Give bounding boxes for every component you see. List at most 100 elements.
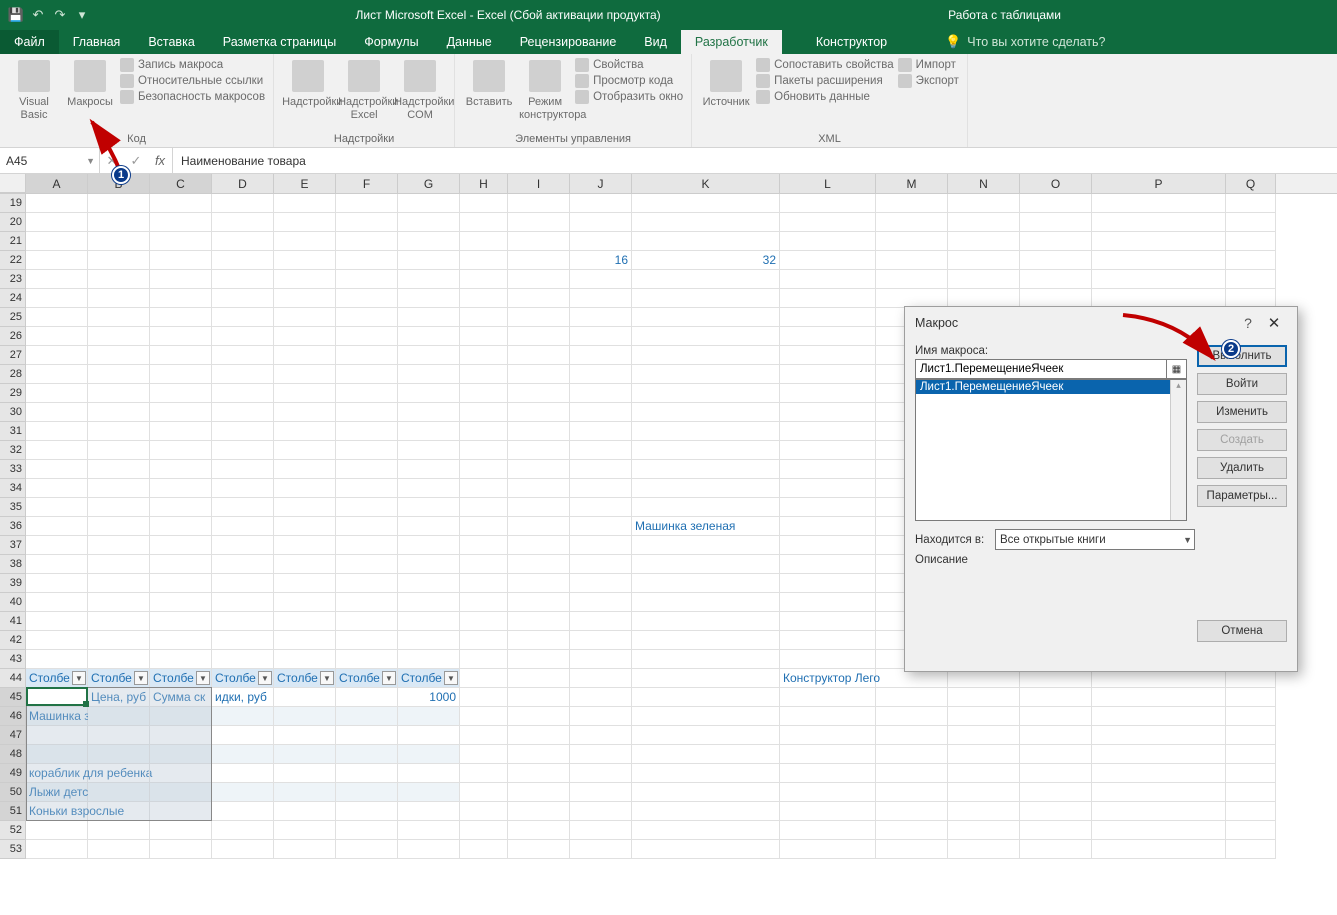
row-header[interactable]: 30: [0, 403, 26, 422]
help-icon[interactable]: ?: [1235, 315, 1261, 331]
cell[interactable]: [26, 422, 88, 441]
macro-security-button[interactable]: Безопасность макросов: [120, 90, 265, 104]
cell[interactable]: [88, 289, 150, 308]
cell[interactable]: [570, 232, 632, 251]
cell[interactable]: [398, 213, 460, 232]
cell[interactable]: [780, 536, 876, 555]
cell[interactable]: [336, 612, 398, 631]
cell[interactable]: [212, 403, 274, 422]
filter-icon[interactable]: ▼: [134, 671, 148, 685]
row-header[interactable]: 20: [0, 213, 26, 232]
cell[interactable]: [570, 441, 632, 460]
cell[interactable]: [570, 631, 632, 650]
cell[interactable]: [570, 498, 632, 517]
cell[interactable]: Наименов: [26, 688, 88, 707]
row-header[interactable]: 26: [0, 327, 26, 346]
cell[interactable]: [212, 479, 274, 498]
cell[interactable]: [150, 327, 212, 346]
cell[interactable]: [150, 365, 212, 384]
cell[interactable]: [1020, 213, 1092, 232]
export-button[interactable]: Экспорт: [898, 74, 959, 88]
run-button[interactable]: Выполнить: [1197, 345, 1287, 367]
cell[interactable]: [570, 422, 632, 441]
cell[interactable]: [876, 688, 948, 707]
cell[interactable]: [632, 593, 780, 612]
cell[interactable]: [780, 631, 876, 650]
col-header-F[interactable]: F: [336, 174, 398, 193]
cell[interactable]: [1020, 840, 1092, 859]
cell[interactable]: [336, 707, 398, 726]
cell[interactable]: [150, 232, 212, 251]
cell[interactable]: [508, 213, 570, 232]
cell[interactable]: [26, 441, 88, 460]
cell[interactable]: [508, 726, 570, 745]
filter-icon[interactable]: ▼: [320, 671, 334, 685]
col-header-N[interactable]: N: [948, 174, 1020, 193]
cell[interactable]: [336, 403, 398, 422]
cell[interactable]: [948, 726, 1020, 745]
cell[interactable]: [1226, 821, 1276, 840]
cell[interactable]: [570, 821, 632, 840]
cell[interactable]: [336, 384, 398, 403]
cell[interactable]: [274, 574, 336, 593]
cell[interactable]: [212, 441, 274, 460]
cell[interactable]: [150, 346, 212, 365]
row-header[interactable]: 25: [0, 308, 26, 327]
cell[interactable]: [1020, 745, 1092, 764]
cell[interactable]: [460, 365, 508, 384]
cell[interactable]: [336, 726, 398, 745]
map-props-button[interactable]: Сопоставить свойства: [756, 58, 894, 72]
filter-icon[interactable]: ▼: [72, 671, 86, 685]
cell[interactable]: [632, 479, 780, 498]
cell[interactable]: [398, 251, 460, 270]
row-header[interactable]: 53: [0, 840, 26, 859]
cell[interactable]: [88, 517, 150, 536]
cell[interactable]: [150, 251, 212, 270]
insert-control-button[interactable]: Вставить: [463, 58, 515, 109]
cell[interactable]: [150, 498, 212, 517]
cell[interactable]: [26, 289, 88, 308]
cell[interactable]: [88, 498, 150, 517]
cell[interactable]: [1092, 251, 1226, 270]
cell[interactable]: [780, 688, 876, 707]
cell[interactable]: [1226, 802, 1276, 821]
cell[interactable]: [150, 650, 212, 669]
cell[interactable]: [570, 802, 632, 821]
cell[interactable]: [1092, 802, 1226, 821]
row-header[interactable]: 19: [0, 194, 26, 213]
scroll-up-icon[interactable]: ▴: [1171, 380, 1186, 391]
cell[interactable]: [460, 384, 508, 403]
cell[interactable]: [780, 270, 876, 289]
cancel-button[interactable]: Отмена: [1197, 620, 1287, 642]
cell[interactable]: [1092, 213, 1226, 232]
cell[interactable]: [460, 840, 508, 859]
cell[interactable]: [780, 707, 876, 726]
row-header[interactable]: 52: [0, 821, 26, 840]
cell[interactable]: [88, 441, 150, 460]
col-header-O[interactable]: O: [1020, 174, 1092, 193]
row-header[interactable]: 24: [0, 289, 26, 308]
cell[interactable]: [508, 821, 570, 840]
cell[interactable]: [570, 536, 632, 555]
cell[interactable]: идки, руб: [212, 688, 274, 707]
cell[interactable]: Лыжи детские: [26, 783, 88, 802]
cell[interactable]: [780, 251, 876, 270]
cell[interactable]: [274, 688, 336, 707]
select-all-corner[interactable]: [0, 174, 26, 193]
cell[interactable]: [1226, 194, 1276, 213]
cell[interactable]: [1092, 270, 1226, 289]
cell[interactable]: [398, 593, 460, 612]
cell[interactable]: [948, 194, 1020, 213]
cell[interactable]: Машинка зеленая: [26, 707, 88, 726]
cell[interactable]: [460, 289, 508, 308]
cell[interactable]: [460, 669, 508, 688]
cell[interactable]: [632, 726, 780, 745]
cell[interactable]: [212, 593, 274, 612]
row-header[interactable]: 21: [0, 232, 26, 251]
cell[interactable]: [876, 783, 948, 802]
cell[interactable]: [88, 840, 150, 859]
cell[interactable]: [336, 536, 398, 555]
cell[interactable]: [1226, 726, 1276, 745]
macro-list-item[interactable]: Лист1.ПеремещениеЯчеек: [916, 380, 1186, 394]
cell[interactable]: [780, 403, 876, 422]
